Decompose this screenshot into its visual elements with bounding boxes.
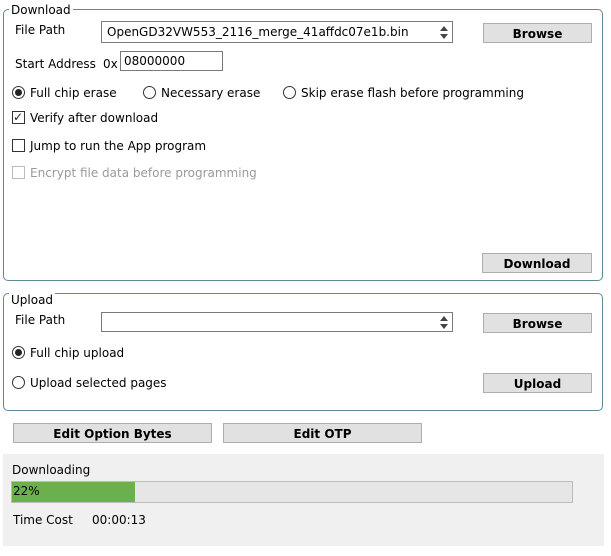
jump-to-app-label[interactable]: Jump to run the App program [30,138,206,154]
skip-erase-label[interactable]: Skip erase flash before programming [301,85,524,101]
skip-erase-radio[interactable] [283,86,296,99]
edit-option-bytes-button[interactable]: Edit Option Bytes [13,423,212,443]
full-chip-erase-label[interactable]: Full chip erase [30,85,117,101]
spin-down-icon [440,34,448,39]
download-file-path-value: OpenGD32VW553_2116_merge_41affdc07e1b.bi… [107,25,409,39]
full-chip-upload-radio[interactable] [12,346,25,359]
spin-up-icon [440,316,448,321]
verify-after-download-checkbox[interactable]: ✓ [12,110,25,124]
spin-up-icon [440,26,448,31]
upload-file-path-combo[interactable] [101,312,453,332]
address-prefix-label: 0x [103,57,118,71]
start-address-label: Start Address [15,57,96,71]
time-cost-value: 00:00:13 [92,513,146,527]
encrypt-file-label: Encrypt file data before programming [30,166,257,180]
time-cost-label: Time Cost [13,513,73,527]
necessary-erase-label[interactable]: Necessary erase [161,85,260,101]
verify-after-download-label[interactable]: Verify after download [30,110,158,126]
necessary-erase-radio[interactable] [143,86,156,99]
download-file-path-combo[interactable]: OpenGD32VW553_2116_merge_41affdc07e1b.bi… [101,21,453,43]
encrypt-file-checkbox [12,166,25,179]
start-address-input[interactable]: 08000000 [120,51,223,71]
upload-button[interactable]: Upload [483,373,592,393]
upload-file-path-label: File Path [15,313,66,327]
upload-browse-button[interactable]: Browse [483,313,592,333]
download-group-title: Download [9,3,73,17]
start-address-value: 08000000 [124,54,186,68]
jump-to-app-checkbox[interactable] [12,139,25,152]
spin-down-icon [440,324,448,329]
download-progress-bar: 22% [11,481,573,503]
download-button[interactable]: Download [482,253,592,273]
checkmark-icon: ✓ [13,110,24,124]
upload-group-title: Upload [9,293,56,307]
edit-otp-button[interactable]: Edit OTP [223,423,422,443]
upload-selected-pages-label[interactable]: Upload selected pages [30,375,167,391]
operation-status-label: Downloading [12,463,91,477]
download-browse-button[interactable]: Browse [483,23,592,43]
download-file-path-spin[interactable] [436,22,452,42]
progress-percent-text: 22% [13,484,40,498]
upload-selected-pages-radio[interactable] [12,376,25,389]
app-window: { "download": { "title": "Download", "fi… [0,0,611,556]
full-chip-erase-radio[interactable] [12,86,25,99]
upload-file-path-spin[interactable] [436,313,452,331]
download-file-path-label: File Path [15,23,66,37]
full-chip-upload-label[interactable]: Full chip upload [30,345,124,361]
